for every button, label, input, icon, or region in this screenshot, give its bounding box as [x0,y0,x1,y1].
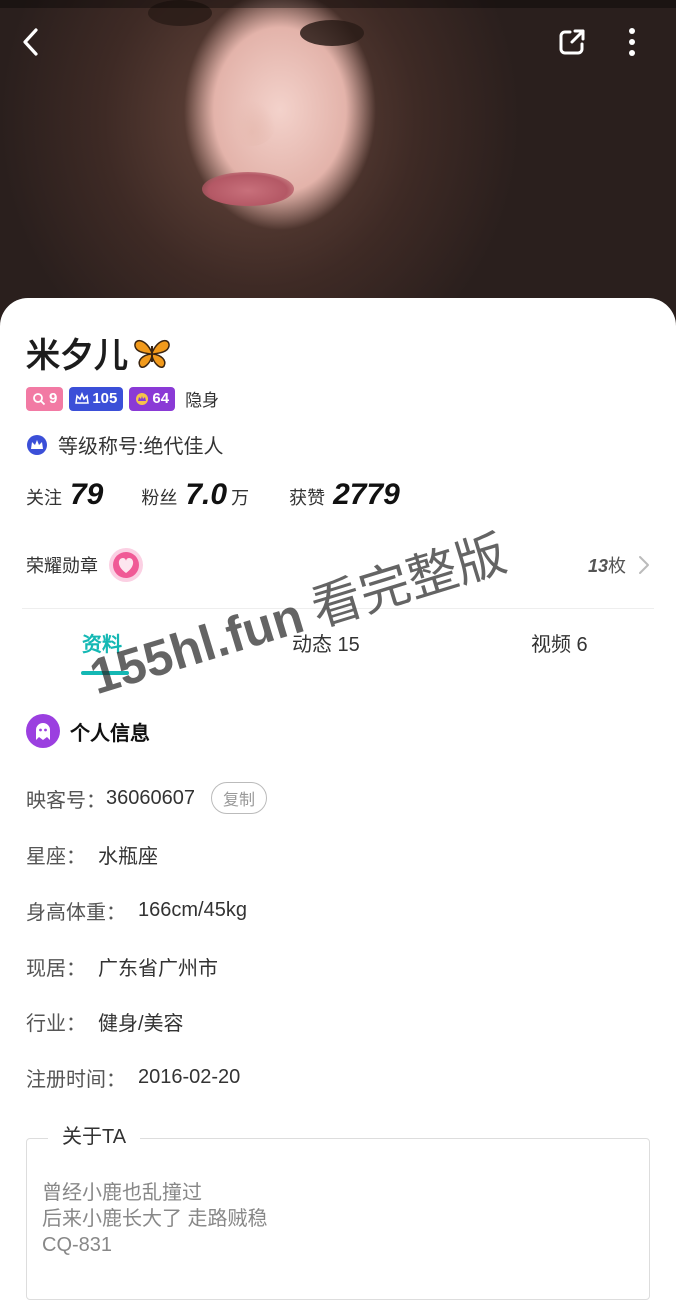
more-options-button[interactable] [612,22,652,62]
butterfly-icon [134,339,170,368]
badge-value: 64 [152,390,170,407]
badge-value: 9 [49,390,58,407]
follow-stat[interactable]: 关注 79 [26,478,113,512]
medal-count-unit: 枚 [608,556,626,576]
fans-stat[interactable]: 粉丝 7.0 万 [141,478,289,512]
hidden-status-tag: 隐身 [185,391,220,410]
share-icon [559,29,585,55]
copy-id-button[interactable]: 复制 [210,782,267,814]
photo-eye-right [300,20,364,46]
about-title: 关于TA [48,1120,141,1149]
profile-card: 米夕儿 9 105 64 隐身 等级称号:绝代佳人 关注 79 粉丝 7.0 万… [0,298,676,1300]
badge-search-level: 9 [26,386,64,411]
photo-lips [202,172,294,206]
photo-nose [228,100,276,146]
likes-count: 2779 [333,478,400,511]
profile-name: 米夕儿 [26,337,128,375]
id-value: 36060607 [106,786,195,809]
follow-label: 关注 [26,488,62,508]
industry-value: 健身/美容 [98,1013,184,1035]
personal-info-heading: 个人信息 [26,714,150,748]
info-row-height-weight: 身高体重： 166cm/45kg [26,896,247,925]
badge-crown-level: 105 [69,386,124,411]
honor-label: 荣耀勋章 [26,556,98,576]
height-weight-value: 166cm/45kg [138,899,247,921]
badge-vip-level: 64 [129,386,176,411]
fans-label: 粉丝 [141,488,178,508]
register-label: 注册时间： [26,1069,126,1091]
about-text: 曾经小鹿也乱撞过 后来小鹿长大了 走路贼稳 CQ-831 [42,1180,268,1258]
ghost-icon [26,714,60,748]
chevron-right-icon [639,556,649,574]
tab-videos[interactable]: 视频 6 [531,628,588,657]
height-weight-label: 身高体重： [26,902,126,924]
crown-icon [75,391,90,404]
info-row-id: 映客号： 36060607 复制 [26,782,267,814]
medal-icon [109,548,143,582]
medal-count-number: 13 [587,556,608,576]
level-title: 等级称号:绝代佳人 [58,436,224,458]
fans-unit: 万 [231,488,250,508]
badge-value: 105 [92,390,118,407]
medal-count: 13枚 [588,552,626,578]
more-vertical-icon [629,28,635,56]
follow-count: 79 [70,478,104,511]
about-line: 曾经小鹿也乱撞过 [42,1182,202,1204]
info-row-residence: 现居： 广东省广州市 [26,952,218,981]
likes-label: 获赞 [289,488,326,508]
info-row-industry: 行业： 健身/美容 [26,1007,184,1036]
about-line: 后来小鹿长大了 走路贼稳 [42,1208,268,1230]
constellation-label: 星座： [26,846,86,868]
back-button[interactable] [12,22,52,62]
crown-badge-icon [27,434,47,455]
status-bar [0,0,676,8]
info-row-register-time: 注册时间： 2016-02-20 [26,1063,240,1092]
info-row-constellation: 星座： 水瓶座 [26,840,158,869]
residence-label: 现居： [26,958,86,980]
stats-row: 关注 79 粉丝 7.0 万 获赞 2779 [26,478,410,512]
register-value: 2016-02-20 [138,1066,241,1088]
likes-stat[interactable]: 获赞 2779 [289,478,410,512]
fans-count: 7.0 [185,478,228,511]
constellation-value: 水瓶座 [98,846,158,868]
industry-label: 行业： [26,1013,86,1035]
search-heart-icon [33,392,46,405]
id-label: 映客号： [26,789,106,812]
level-title-row: 等级称号:绝代佳人 [26,430,224,459]
crown-level-icon [136,392,149,405]
level-badges: 9 105 64 隐身 [26,386,219,411]
about-line: CQ-831 [42,1234,113,1256]
chevron-left-icon [23,28,38,56]
section-title: 个人信息 [70,722,150,745]
share-button[interactable] [552,22,592,62]
residence-value: 广东省广州市 [98,958,218,980]
profile-name-row: 米夕儿 [26,328,172,377]
